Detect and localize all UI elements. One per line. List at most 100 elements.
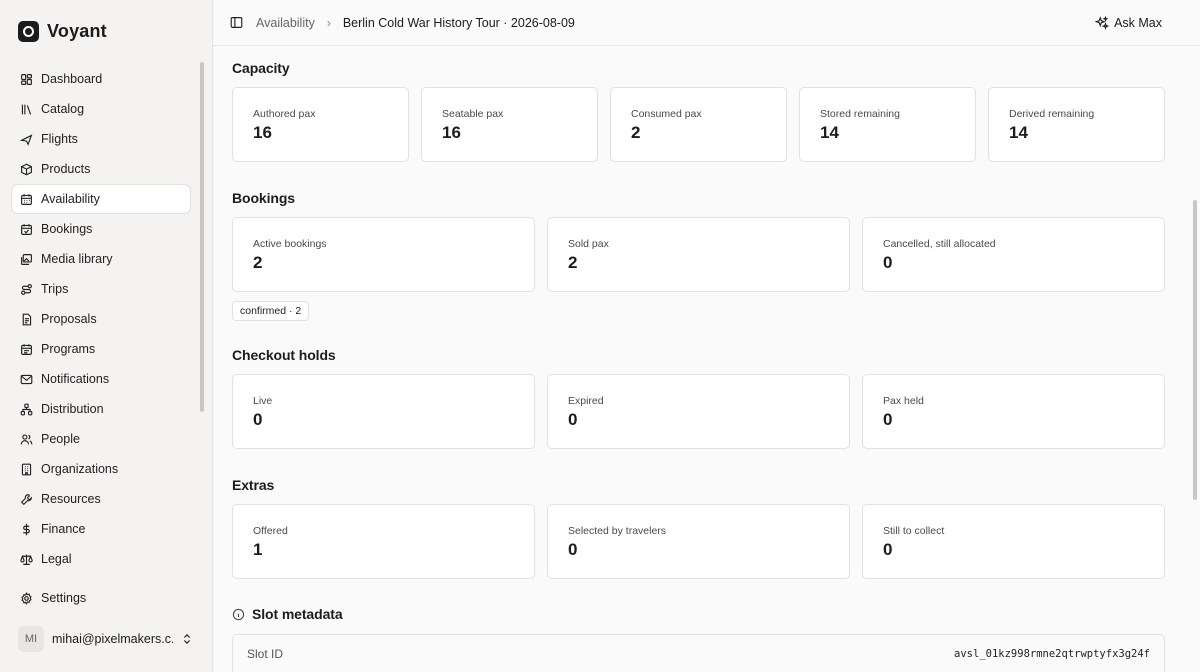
stat-card-authored-pax: Authored pax 16 xyxy=(232,87,409,162)
sidebar-item-label: Bookings xyxy=(41,222,93,236)
stat-value: 2 xyxy=(631,123,641,142)
stat-label: Pax held xyxy=(883,395,924,407)
user-email: mihai@pixelmakers.c... xyxy=(52,632,173,646)
top-bar: Availability › Berlin Cold War History T… xyxy=(213,0,1200,46)
sidebar-item-label: Settings xyxy=(41,591,87,605)
brand-name: Voyant xyxy=(47,21,107,41)
slot-metadata-header: Slot metadata xyxy=(232,606,1165,622)
breadcrumb-current: Berlin Cold War History Tour · 2026-08-0… xyxy=(342,15,575,30)
stat-label: Live xyxy=(253,395,273,407)
sidebar-item-finance[interactable]: Finance xyxy=(12,515,190,543)
ask-max-button[interactable]: Ask Max xyxy=(1095,15,1162,30)
stat-label: Cancelled, still allocated xyxy=(883,238,996,250)
sidebar-item-catalog[interactable]: Catalog xyxy=(12,95,190,123)
stat-card-offered: Offered 1 xyxy=(232,504,535,579)
stat-card-seatable-pax: Seatable pax 16 xyxy=(421,87,598,162)
holds-cards: Live 0 Expired 0 Pax held 0 xyxy=(232,374,1165,449)
stat-value: 0 xyxy=(253,410,263,429)
images-icon xyxy=(20,253,33,266)
slot-id-value[interactable]: avsl_01kz998rmne2qtrwptyfx3g24f xyxy=(954,648,1150,660)
sidebar-item-organizations[interactable]: Organizations xyxy=(12,455,190,483)
sidebar-item-proposals[interactable]: Proposals xyxy=(12,305,190,333)
calendar-check-icon xyxy=(20,223,33,236)
main-scrollbar[interactable] xyxy=(1193,200,1197,500)
avatar: MI xyxy=(18,626,44,652)
chevron-up-down-icon xyxy=(181,633,193,645)
sidebar-item-label: Resources xyxy=(41,492,101,506)
checkout-holds-section: Checkout holds Live 0 Expired 0 Pax held 0 xyxy=(232,347,1165,449)
sidebar-item-label: Dashboard xyxy=(41,72,103,86)
stat-value: 1 xyxy=(253,540,263,559)
sidebar-toggle-icon[interactable] xyxy=(230,16,243,29)
stat-value: 2 xyxy=(253,253,263,272)
sidebar-item-label: Programs xyxy=(41,342,96,356)
stat-card-sold-pax: Sold pax 2 xyxy=(547,217,850,292)
stat-value: 2 xyxy=(568,253,578,272)
stat-card-still-to-collect: Still to collect 0 xyxy=(862,504,1165,579)
mail-icon xyxy=(20,373,33,386)
status-badge: confirmed · 2 xyxy=(232,301,310,321)
sidebar-item-bookings[interactable]: Bookings xyxy=(12,215,190,243)
dashboard-icon xyxy=(20,73,33,86)
sidebar-nav: Dashboard Catalog Flights Products Avail… xyxy=(12,65,190,575)
sidebar-item-label: Legal xyxy=(41,552,72,566)
section-title-extras: Extras xyxy=(232,477,275,493)
stat-label: Derived remaining xyxy=(1009,108,1095,120)
route-icon xyxy=(20,283,33,296)
stat-card-expired: Expired 0 xyxy=(547,374,850,449)
stat-value: 0 xyxy=(568,410,578,429)
sparkles-icon xyxy=(1095,15,1110,30)
catalog-icon xyxy=(20,103,33,116)
sidebar-item-legal[interactable]: Legal xyxy=(12,545,190,573)
slot-id-row: Slot ID avsl_01kz998rmne2qtrwptyfx3g24f xyxy=(232,634,1165,672)
main-content: Availability › Berlin Cold War History T… xyxy=(212,0,1200,672)
sidebar-item-label: People xyxy=(41,432,80,446)
sidebar-item-products[interactable]: Products xyxy=(12,155,190,183)
stat-value: 16 xyxy=(442,123,461,142)
sidebar-item-trips[interactable]: Trips xyxy=(12,275,190,303)
bookings-cards: Active bookings 2 Sold pax 2 Cancelled, st… xyxy=(232,217,1165,292)
sidebar-item-programs[interactable]: Programs xyxy=(12,335,190,363)
section-title-capacity: Capacity xyxy=(232,60,290,76)
stat-card-selected-by-travelers: Selected by travelers 0 xyxy=(547,504,850,579)
sidebar-item-label: Finance xyxy=(41,522,86,536)
sidebar-item-settings[interactable]: Settings xyxy=(12,584,190,612)
sidebar-item-notifications[interactable]: Notifications xyxy=(12,365,190,393)
sidebar-item-label: Products xyxy=(41,162,91,176)
brand-logo[interactable]: Voyant xyxy=(18,21,107,42)
stat-value: 16 xyxy=(253,123,272,142)
gear-icon xyxy=(20,591,33,605)
stat-label: Active bookings xyxy=(253,238,327,250)
extras-section: Extras Offered 1 Selected by travelers 0 S… xyxy=(232,477,1165,579)
wrench-icon xyxy=(20,493,33,506)
sidebar-item-availability[interactable]: Availability xyxy=(12,185,190,213)
breadcrumb-parent[interactable]: Availability xyxy=(256,16,315,30)
sidebar-item-label: Trips xyxy=(41,282,69,296)
stat-label: Selected by travelers xyxy=(568,525,667,537)
user-menu[interactable]: MI mihai@pixelmakers.c... xyxy=(18,626,193,652)
stat-card-derived-remaining: Derived remaining 14 xyxy=(988,87,1165,162)
package-icon xyxy=(20,163,33,176)
info-icon xyxy=(232,608,245,621)
users-icon xyxy=(20,433,33,446)
sidebar-item-dashboard[interactable]: Dashboard xyxy=(12,65,190,93)
calendar-range-icon xyxy=(20,343,33,356)
stat-label: Offered xyxy=(253,525,288,537)
sidebar-settings-group: Settings xyxy=(12,584,190,614)
stat-value: 0 xyxy=(568,540,578,559)
stat-label: Stored remaining xyxy=(820,108,900,120)
calendar-icon xyxy=(20,193,33,206)
plane-icon xyxy=(20,133,33,146)
sidebar: Voyant Dashboard Catalog Flights Product… xyxy=(0,0,212,672)
sidebar-item-media-library[interactable]: Media library xyxy=(12,245,190,273)
sidebar-item-label: Distribution xyxy=(41,402,104,416)
capacity-cards: Authored pax 16 Seatable pax 16 Consumed p… xyxy=(232,87,1165,162)
sidebar-item-flights[interactable]: Flights xyxy=(12,125,190,153)
section-title-checkout-holds: Checkout holds xyxy=(232,347,336,363)
sidebar-scrollbar[interactable] xyxy=(200,62,204,412)
stat-value: 14 xyxy=(820,123,839,142)
sidebar-item-distribution[interactable]: Distribution xyxy=(12,395,190,423)
sidebar-item-people[interactable]: People xyxy=(12,425,190,453)
scale-icon xyxy=(20,553,33,566)
sidebar-item-resources[interactable]: Resources xyxy=(12,485,190,513)
